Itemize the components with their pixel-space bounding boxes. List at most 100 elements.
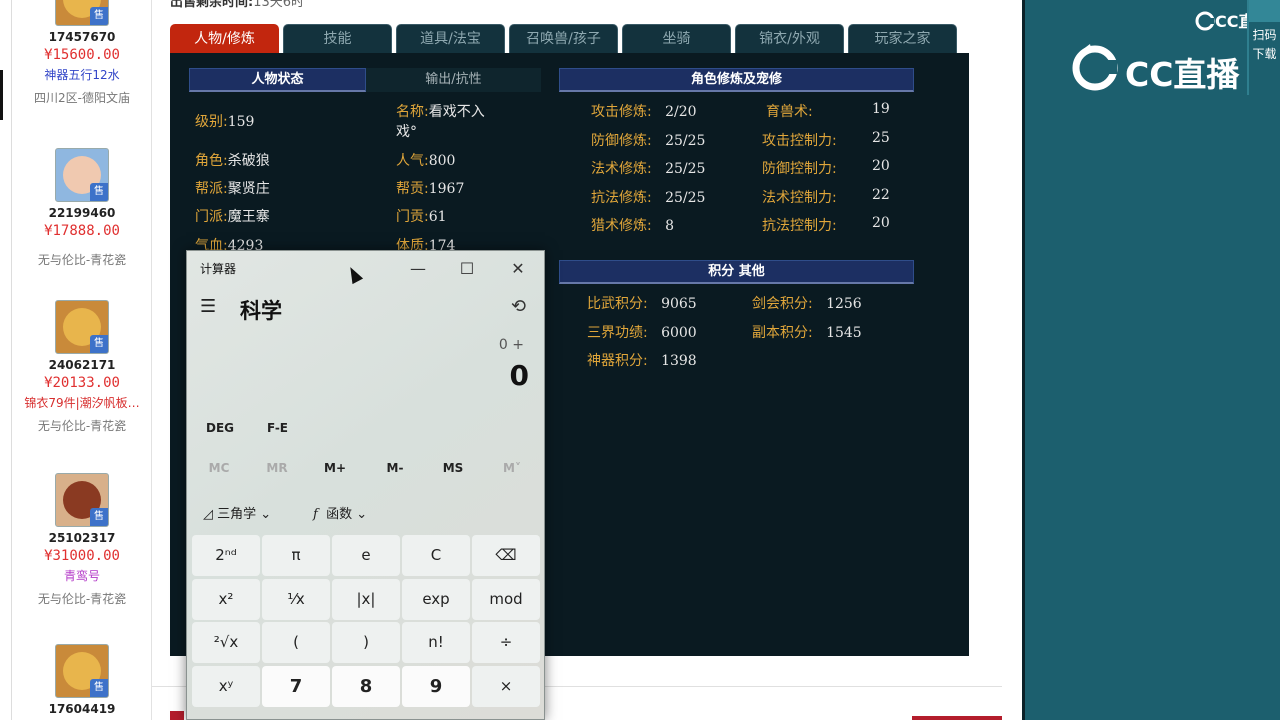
stat-value: 1967 (428, 181, 465, 197)
stat-key: 副本积分: (752, 325, 813, 341)
open-paren-key[interactable]: ( (262, 622, 330, 663)
stat-value: 159 (227, 114, 255, 130)
download-label: 下载 (1252, 47, 1277, 61)
backspace-key[interactable]: ⌫ (472, 535, 540, 576)
stat-value: 25/25 (665, 161, 706, 177)
listing-price: ¥17888.00 (44, 223, 120, 239)
avatar[interactable]: 售 (55, 473, 109, 527)
ms-button[interactable]: MS (424, 461, 482, 475)
square-key[interactable]: x² (192, 579, 260, 620)
listing-id: 22199460 (48, 206, 116, 220)
listing-server: 无与伦比-青花瓷 (37, 253, 127, 267)
cc-logo-large-text: CC直播 (1125, 55, 1240, 94)
stat-key: 门派: (195, 209, 228, 225)
listing-item[interactable]: 售 22199460 ¥17888.00 无与伦比-青花瓷 (12, 148, 151, 268)
factorial-key[interactable]: n! (402, 622, 470, 663)
cultivation-row: 法术控制力: 22 (762, 187, 890, 207)
cc-logo-icon (1195, 11, 1215, 31)
second-key[interactable]: 2ⁿᵈ (192, 535, 260, 576)
divide-key[interactable]: ÷ (472, 622, 540, 663)
cultivation-row: 法术修炼: 25/25 (591, 158, 705, 178)
expression-display: 0 + (498, 337, 524, 353)
minimize-button[interactable]: — (395, 254, 441, 284)
left-edge-strip (0, 0, 12, 720)
function-dropdown[interactable]: f 函数 ⌄ (313, 503, 367, 522)
maximize-button[interactable]: ☐ (444, 254, 490, 284)
scan-label: 扫码 (1252, 28, 1277, 42)
avatar[interactable]: 售 (55, 644, 109, 698)
avatar[interactable]: 售 (55, 300, 109, 354)
stat-key: 名称: (396, 104, 429, 120)
nine-key[interactable]: 9 (402, 666, 470, 707)
clear-key[interactable]: C (402, 535, 470, 576)
mod-key[interactable]: mod (472, 579, 540, 620)
stat-value: 19 (872, 101, 890, 117)
avatar[interactable]: 售 (55, 0, 109, 26)
stat-value: 1545 (826, 325, 862, 341)
tab-mounts[interactable]: 坐骑 (622, 24, 731, 53)
points-row: 神器积分: 1398 (587, 350, 697, 370)
m-minus-button[interactable]: M- (366, 461, 424, 475)
tab-items[interactable]: 道具/法宝 (396, 24, 505, 53)
cultivation-row: 猎术修炼: 8 (591, 215, 674, 235)
stat-key: 剑会积分: (752, 296, 813, 312)
output-resist-tab[interactable]: 输出/抗性 (366, 68, 541, 92)
angle-unit-button[interactable]: DEG (206, 421, 234, 435)
chevron-down-icon: ⌄ (260, 507, 272, 522)
points-row: 剑会积分: 1256 (752, 293, 862, 313)
stat-row: 级别:159 (195, 111, 254, 131)
reciprocal-key[interactable]: ¹⁄x (262, 579, 330, 620)
stat-value: 25/25 (665, 190, 706, 206)
close-paren-key[interactable]: ) (332, 622, 400, 663)
pi-key[interactable]: π (262, 535, 330, 576)
listing-item[interactable]: 售 24062171 ¥20133.00 锦衣79件|潮汐帆板… 无与伦比-青花… (12, 300, 151, 434)
stat-key: 人气: (396, 153, 429, 169)
status-header[interactable]: 人物状态 (189, 68, 366, 92)
tab-character[interactable]: 人物/修炼 (170, 24, 279, 53)
stat-row: 门派:魔王寨 (195, 206, 270, 226)
tab-skills[interactable]: 技能 (283, 24, 392, 53)
memory-list-button[interactable]: M˅ (483, 461, 541, 475)
tab-outfits[interactable]: 锦衣/外观 (735, 24, 844, 53)
eight-key[interactable]: 8 (332, 666, 400, 707)
listing-item[interactable]: 售 17604419 (12, 644, 151, 716)
points-row: 副本积分: 1545 (752, 322, 862, 342)
scan-download[interactable]: 扫码 下载 (1247, 0, 1280, 95)
e-key[interactable]: e (332, 535, 400, 576)
abs-key[interactable]: |x| (332, 579, 400, 620)
listing-item[interactable]: 售 17457670 ¥15600.00 神器五行12水 四川2区-德阳文庙 (12, 0, 151, 106)
sqrt-key[interactable]: ²√x (192, 622, 260, 663)
stat-value: 20 (872, 215, 890, 231)
listing-item[interactable]: 售 25102317 ¥31000.00 青鸾号 无与伦比-青花瓷 (12, 473, 151, 607)
listing-tag: 锦衣79件|潮汐帆板… (24, 396, 140, 410)
multiply-key[interactable]: × (472, 666, 540, 707)
fe-button[interactable]: F-E (267, 421, 288, 435)
listing-id: 24062171 (48, 358, 116, 372)
tab-home[interactable]: 玩家之家 (848, 24, 957, 53)
tab-summons[interactable]: 召唤兽/孩子 (509, 24, 618, 53)
power-key[interactable]: xʸ (192, 666, 260, 707)
stat-value: 800 (428, 153, 456, 169)
listing-price: ¥15600.00 (44, 47, 120, 63)
exp-key[interactable]: exp (402, 579, 470, 620)
close-button[interactable]: ✕ (495, 254, 541, 284)
stat-value: 杀破狼 (227, 153, 270, 169)
accent-block (170, 711, 184, 720)
mc-button[interactable]: MC (190, 461, 248, 475)
avatar[interactable]: 售 (55, 148, 109, 202)
history-icon[interactable]: ⟲ (511, 296, 526, 317)
sell-badge: 售 (90, 335, 108, 353)
stat-key: 法术修炼: (591, 161, 652, 177)
stat-key: 抗法修炼: (591, 190, 652, 206)
mr-button[interactable]: MR (248, 461, 306, 475)
hamburger-menu-icon[interactable]: ☰ (200, 297, 220, 317)
points-row: 三界功绩: 6000 (587, 322, 697, 342)
trig-dropdown[interactable]: ◿ 三角学 ⌄ (203, 503, 271, 522)
stat-key: 比武积分: (587, 296, 648, 312)
sell-badge: 售 (90, 183, 108, 201)
m-plus-button[interactable]: M+ (306, 461, 364, 475)
sell-badge: 售 (90, 7, 108, 25)
seven-key[interactable]: 7 (262, 666, 330, 707)
stat-key: 角色: (195, 153, 228, 169)
sell-badge: 售 (90, 679, 108, 697)
